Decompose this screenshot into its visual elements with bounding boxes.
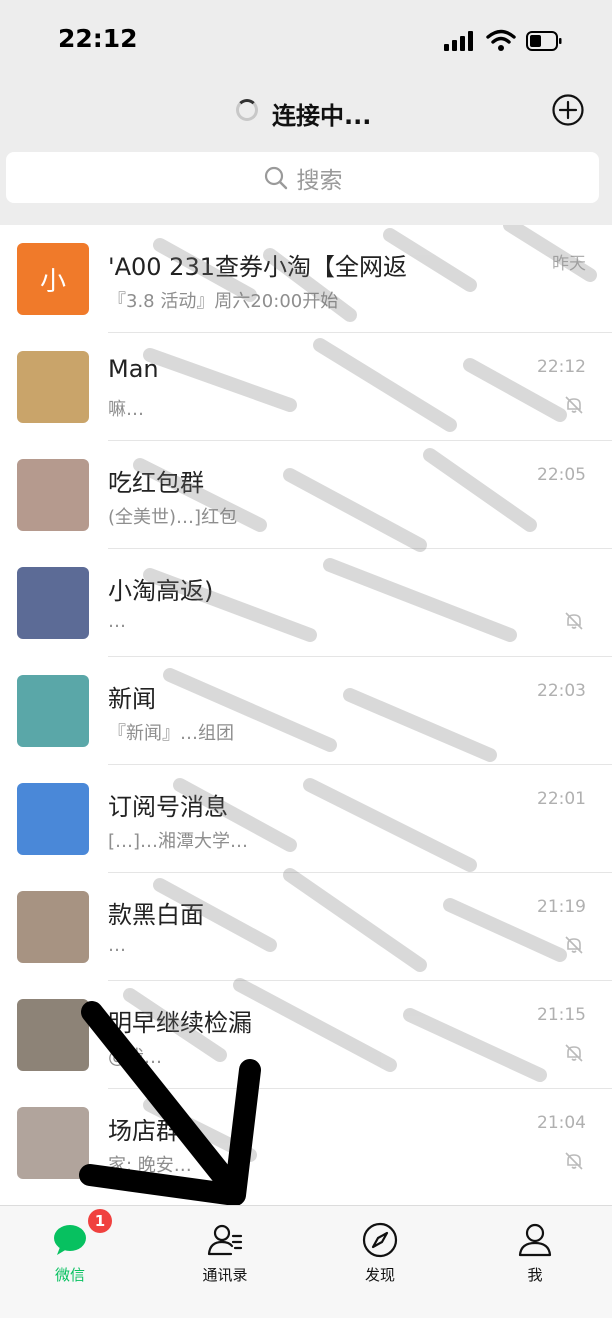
chat-row[interactable]: 小淘高返) …: [0, 549, 612, 657]
chat-name: 场店群: [108, 1117, 180, 1145]
tab-bar: 1 微信 通讯录 发现 我: [0, 1205, 612, 1318]
chat-name: 'A00 231查券小淘【全网返: [108, 253, 407, 281]
avatar: [17, 675, 89, 747]
chat-name: 新闻: [108, 685, 156, 713]
tab-label: 发现: [364, 1266, 395, 1284]
chat-preview: 『新闻』…组团: [108, 723, 234, 744]
chat-time: 21:15: [537, 1005, 586, 1025]
chat-name: Man: [108, 355, 159, 383]
mute-bell-icon: [565, 1152, 583, 1170]
chat-preview: (全美世)…]红包: [108, 507, 238, 528]
search-bar[interactable]: 搜索: [6, 152, 599, 203]
chat-row[interactable]: 吃红包群 (全美世)…]红包 22:05: [0, 441, 612, 549]
chat-name: 吃红包群: [108, 469, 204, 497]
chat-row[interactable]: Man 嘛… 22:12: [0, 333, 612, 441]
tab-chats[interactable]: 1 微信: [10, 1206, 130, 1318]
status-time: 22:12: [58, 24, 138, 53]
avatar: 小: [17, 243, 89, 315]
tab-label: 通讯录: [202, 1266, 248, 1284]
search-icon: [264, 166, 287, 189]
chat-time: 22:05: [537, 465, 586, 485]
chat-name: 明早继续检漏: [108, 1009, 252, 1037]
mute-bell-icon: [565, 936, 583, 954]
cellular-signal-icon: [444, 31, 476, 51]
chat-list: 小 'A00 231查券小淘【全网返 『3.8 活动』周六20:00开始 昨天 …: [0, 225, 612, 1205]
chat-time: 22:12: [537, 357, 586, 377]
tab-discover[interactable]: 发现: [320, 1206, 440, 1318]
chat-preview: 家: 晚安…: [108, 1155, 192, 1176]
chat-row[interactable]: 小 'A00 231查券小淘【全网返 『3.8 活动』周六20:00开始 昨天: [0, 225, 612, 333]
avatar: [17, 351, 89, 423]
chat-name: 订阅号消息: [108, 793, 228, 821]
search-placeholder: 搜索: [296, 167, 343, 194]
chat-time: 21:04: [537, 1113, 586, 1133]
mute-bell-icon: [565, 396, 583, 414]
mute-bell-icon: [565, 612, 583, 630]
tab-label: 我: [527, 1266, 543, 1284]
chat-time: 22:03: [537, 681, 586, 701]
contacts-icon: [207, 1224, 243, 1256]
page-title: 连接中...: [272, 102, 372, 130]
avatar: [17, 459, 89, 531]
add-button[interactable]: [551, 93, 585, 127]
chat-preview: …: [108, 611, 126, 632]
chat-preview: 『3.8 活动』周六20:00开始: [108, 291, 339, 312]
chat-name: 小淘高返): [108, 577, 214, 605]
chat-name: 款黑白面: [108, 901, 204, 929]
wifi-icon: [486, 29, 516, 51]
chat-preview: 嘛…: [108, 399, 144, 420]
avatar: [17, 891, 89, 963]
tab-me[interactable]: 我: [475, 1206, 595, 1318]
avatar: [17, 999, 89, 1071]
chat-row[interactable]: 新闻 『新闻』…组团 22:03: [0, 657, 612, 765]
person-icon: [518, 1223, 552, 1257]
status-bar: 22:12: [0, 0, 612, 82]
compass-icon: [362, 1222, 398, 1258]
chat-row[interactable]: 明早继续检漏 @我… 21:15: [0, 981, 612, 1089]
chat-row[interactable]: 订阅号消息 […]…湘潭大学… 22:01: [0, 765, 612, 873]
avatar: [17, 567, 89, 639]
avatar: [17, 1107, 89, 1179]
chat-time: 昨天: [552, 254, 586, 274]
chat-bubble-icon: [54, 1225, 86, 1255]
mute-bell-icon: [565, 1044, 583, 1062]
chat-preview: @我…: [108, 1047, 162, 1068]
loading-spinner-icon: [236, 99, 258, 121]
chat-preview: […]…湘潭大学…: [108, 831, 249, 852]
chat-time: 22:01: [537, 789, 586, 809]
battery-icon: [526, 31, 562, 51]
chat-preview: …: [108, 935, 126, 956]
avatar: [17, 783, 89, 855]
chat-row[interactable]: 场店群 家: 晚安… 21:04: [0, 1089, 612, 1197]
unread-badge: 1: [88, 1209, 112, 1233]
chat-row[interactable]: 款黑白面 … 21:19: [0, 873, 612, 981]
tab-contacts[interactable]: 通讯录: [165, 1206, 285, 1318]
chat-time: 21:19: [537, 897, 586, 917]
tab-label: 微信: [54, 1266, 85, 1284]
